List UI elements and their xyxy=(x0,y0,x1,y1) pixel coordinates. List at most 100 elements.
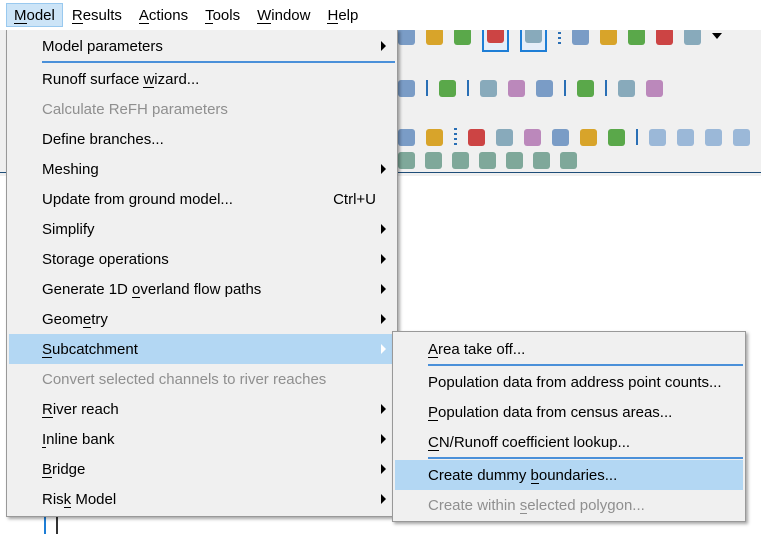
find-time-icon[interactable] xyxy=(618,79,635,97)
network-results-icon[interactable] xyxy=(398,27,415,45)
dropdown-arrow-icon[interactable] xyxy=(712,33,722,39)
pin-icon[interactable] xyxy=(439,79,456,97)
menu-item-label: CN/Runoff coefficient lookup... xyxy=(428,433,631,451)
submenu-arrow-icon xyxy=(381,224,386,234)
play-grid-1-icon[interactable] xyxy=(649,128,666,146)
menu-item-create-within-selected-polygon: Create within selected polygon... xyxy=(395,490,743,520)
menu-item-simplify[interactable]: Simplify xyxy=(9,214,395,244)
gears-icon[interactable] xyxy=(426,27,443,45)
grid-red-icon[interactable] xyxy=(552,128,569,146)
graph-icon[interactable] xyxy=(454,27,471,45)
toolbar-row-4 xyxy=(398,150,577,170)
gear-8-icon[interactable] xyxy=(506,151,523,169)
mnemonic-underline xyxy=(428,449,439,451)
grid-blue-icon[interactable] xyxy=(608,128,625,146)
menu-item-river-reach[interactable]: River reach xyxy=(9,394,395,424)
pan-icon[interactable] xyxy=(398,128,415,146)
grid-green-icon[interactable] xyxy=(468,128,485,146)
menu-item-label: Window xyxy=(257,6,311,24)
grid-white-icon[interactable] xyxy=(524,128,541,146)
model-menu: Model parameters Runoff surface wizard...… xyxy=(6,29,398,517)
menu-item-storage-operations[interactable]: Storage operations xyxy=(9,244,395,274)
menu-item-define-branches[interactable]: Define branches... xyxy=(9,124,395,154)
shortcut-label: Ctrl+U xyxy=(333,190,376,208)
menu-item-label: Inline bank xyxy=(42,430,115,448)
info-icon[interactable] xyxy=(577,79,594,97)
menu-item-geometry[interactable]: Geometry xyxy=(9,304,395,334)
zoom-in-icon[interactable] xyxy=(508,79,525,97)
new-bridge-icon[interactable] xyxy=(600,27,617,45)
toolbar-grip[interactable] xyxy=(454,128,457,146)
gear-6-icon[interactable] xyxy=(452,151,469,169)
menu-item-runoff-surface-wizard[interactable]: Runoff surface wizard... xyxy=(9,64,395,94)
menu-item-label: Calculate ReFH parameters xyxy=(42,100,228,118)
mnemonic-underline xyxy=(327,22,339,24)
menu-results[interactable]: Results xyxy=(64,3,130,27)
menu-model[interactable]: Model xyxy=(6,3,63,27)
submenu-arrow-icon xyxy=(381,464,386,474)
submenu-arrow-icon xyxy=(381,314,386,324)
menu-item-bridge[interactable]: Bridge xyxy=(9,454,395,484)
menu-item-label: Create dummy boundaries... xyxy=(428,466,618,484)
gear-10-icon[interactable] xyxy=(560,151,577,169)
menu-item-subcatchment[interactable]: Subcatchment xyxy=(9,334,395,364)
gear-5-icon[interactable] xyxy=(425,151,442,169)
xy-time-icon[interactable] xyxy=(646,79,663,97)
play-grid-4-icon[interactable] xyxy=(733,128,750,146)
new-terrain-icon[interactable] xyxy=(656,27,673,45)
gear-7-icon[interactable] xyxy=(479,151,496,169)
new-storage-icon[interactable] xyxy=(628,27,645,45)
zoom-out-icon[interactable] xyxy=(536,79,553,97)
menu-item-label: Simplify xyxy=(42,220,95,238)
menu-window[interactable]: Window xyxy=(249,3,318,27)
mnemonic-underline xyxy=(205,22,213,24)
toolbar-separator xyxy=(564,80,566,96)
menu-item-population-data-from-census-areas[interactable]: Population data from census areas... xyxy=(395,397,743,427)
menu-item-inline-bank[interactable]: Inline bank xyxy=(9,424,395,454)
globe-icon[interactable] xyxy=(426,128,443,146)
submenu-arrow-icon xyxy=(381,254,386,264)
pan-hand-icon[interactable] xyxy=(480,79,497,97)
menu-help[interactable]: Help xyxy=(319,3,366,27)
mnemonic-underline xyxy=(42,356,53,358)
menu-item-risk-model[interactable]: Risk Model xyxy=(9,484,395,514)
menu-item-label: Results xyxy=(71,6,122,24)
subcatchment-submenu: Area take off... Population data from add… xyxy=(392,331,746,522)
grid-pink-icon[interactable] xyxy=(580,128,597,146)
play-grid-3-icon[interactable] xyxy=(705,128,722,146)
select-icon[interactable] xyxy=(398,79,415,97)
menu-item-update-from-ground-model[interactable]: Update from ground model... Ctrl+U xyxy=(9,184,395,214)
menu-item-label: Tools xyxy=(205,6,241,24)
grid-link-icon[interactable] xyxy=(496,128,513,146)
menu-item-label: River reach xyxy=(42,400,119,418)
menu-item-label: Population data from census areas... xyxy=(428,403,673,421)
submenu-arrow-icon xyxy=(381,41,386,51)
menu-item-area-take-off[interactable]: Area take off... xyxy=(395,334,743,364)
menu-item-cn-runoff-coefficient-lookup[interactable]: CN/Runoff coefficient lookup... xyxy=(395,427,743,457)
menu-item-label: Risk Model xyxy=(42,490,117,508)
menu-item-generate-1d-overland-flow-paths[interactable]: Generate 1D overland flow paths xyxy=(9,274,395,304)
menu-actions[interactable]: Actions xyxy=(131,3,196,27)
submenu-arrow-icon xyxy=(381,164,386,174)
new-network-icon[interactable] xyxy=(572,27,589,45)
gear-4-icon[interactable] xyxy=(398,151,415,169)
play-grid-2-icon[interactable] xyxy=(677,128,694,146)
mnemonic-underline xyxy=(530,482,539,484)
new-grid-icon[interactable] xyxy=(684,27,701,45)
toolbar-separator xyxy=(467,80,469,96)
menu-tools[interactable]: Tools xyxy=(197,3,248,27)
menu-item-label: Population data from address point count… xyxy=(428,373,722,391)
gear-9-icon[interactable] xyxy=(533,151,550,169)
submenu-arrow-icon xyxy=(381,434,386,444)
menu-item-population-data-from-address-point-counts[interactable]: Population data from address point count… xyxy=(395,367,743,397)
menu-item-label: Model xyxy=(14,6,55,24)
menu-item-model-parameters[interactable]: Model parameters xyxy=(9,31,395,61)
mnemonic-underline xyxy=(428,419,439,421)
mnemonic-underline xyxy=(428,356,439,358)
mnemonic-underline xyxy=(14,22,27,24)
menu-item-create-dummy-boundaries[interactable]: Create dummy boundaries... xyxy=(395,460,743,490)
mnemonic-underline xyxy=(143,86,155,88)
menu-separator xyxy=(428,364,743,366)
menu-item-meshing[interactable]: Meshing xyxy=(9,154,395,184)
menu-separator xyxy=(42,61,395,63)
